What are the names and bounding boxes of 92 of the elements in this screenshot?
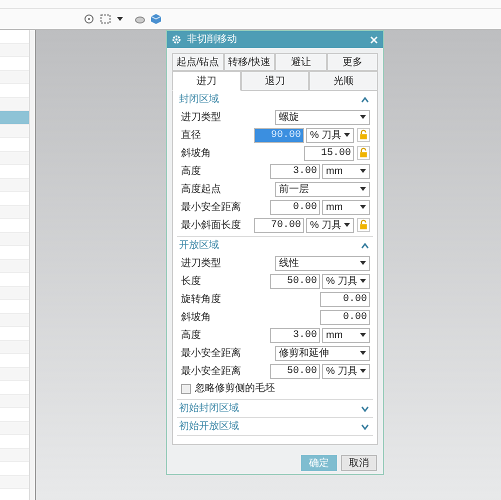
dropdown[interactable]: 修剪和延伸 xyxy=(275,346,370,360)
gear-icon xyxy=(172,35,181,44)
list-row[interactable] xyxy=(0,44,29,57)
caret-icon xyxy=(360,333,366,337)
list-row[interactable] xyxy=(0,476,29,489)
section-header[interactable]: 初始封闭区域 xyxy=(177,400,373,417)
tab[interactable]: 退刀 xyxy=(240,71,310,91)
close-icon[interactable] xyxy=(370,36,378,44)
section-header[interactable]: 初始开放区域 xyxy=(177,418,373,435)
caret-icon xyxy=(344,223,350,227)
list-row[interactable] xyxy=(0,448,29,462)
dropdown[interactable]: 螺旋 xyxy=(275,110,370,124)
caret-icon xyxy=(344,133,350,137)
padlock-icon[interactable] xyxy=(357,218,370,232)
field-label: 高度 xyxy=(181,164,202,178)
caret-icon xyxy=(360,279,366,283)
field-label: 最小安全距离 xyxy=(181,200,242,214)
shape-icon[interactable] xyxy=(135,14,145,24)
number-field[interactable]: 70.00 xyxy=(254,218,304,232)
cube-icon[interactable] xyxy=(151,14,161,24)
tab[interactable]: 起点/钻点 xyxy=(172,53,224,71)
list-row[interactable] xyxy=(0,124,29,138)
list-row[interactable] xyxy=(0,422,29,435)
window-title: 非切削移动 xyxy=(187,32,238,47)
field-label: 长度 xyxy=(181,274,202,288)
list-row[interactable] xyxy=(0,368,29,381)
caret-icon xyxy=(360,205,366,209)
unit-dropdown[interactable]: % 刀具 xyxy=(322,274,370,288)
unit-dropdown[interactable]: mm xyxy=(322,328,370,342)
unit-dropdown[interactable]: % 刀具 xyxy=(306,128,354,142)
unit-dropdown[interactable]: % 刀具 xyxy=(306,218,354,232)
dropdown[interactable]: 前一层 xyxy=(275,182,370,196)
list-row[interactable] xyxy=(0,70,29,84)
field-label: 进刀类型 xyxy=(181,256,222,270)
field-label: 直径 xyxy=(181,128,202,142)
caret-icon xyxy=(360,261,366,265)
padlock-icon[interactable] xyxy=(357,128,370,142)
list-row[interactable] xyxy=(0,152,29,165)
field-label: 进刀类型 xyxy=(181,110,222,124)
dropdown[interactable]: 线性 xyxy=(275,256,370,270)
expand-icon[interactable] xyxy=(361,424,369,430)
caret-icon xyxy=(360,351,366,355)
section-header[interactable]: 封闭区域 xyxy=(177,91,373,108)
caret-icon xyxy=(360,369,366,373)
field-label: 最小安全距离 xyxy=(181,364,242,378)
tab[interactable]: 光顺 xyxy=(309,71,378,91)
field-label: 最小安全距离 xyxy=(181,346,242,360)
list-row[interactable] xyxy=(0,206,29,219)
list-row[interactable] xyxy=(0,394,29,408)
number-field[interactable]: 0.00 xyxy=(320,310,370,324)
number-field[interactable]: 50.00 xyxy=(270,364,320,378)
unit-dropdown[interactable]: mm xyxy=(322,164,370,178)
collapse-icon[interactable] xyxy=(361,96,369,102)
field-label: 高度起点 xyxy=(181,182,222,196)
list-row[interactable] xyxy=(0,314,29,327)
list-row[interactable] xyxy=(0,340,29,354)
tab[interactable]: 避让 xyxy=(275,53,326,71)
rectangle-selection-icon[interactable] xyxy=(100,14,111,24)
unit-dropdown[interactable]: % 刀具 xyxy=(322,364,370,378)
cancel-button[interactable]: 取消 xyxy=(341,455,377,471)
section-header[interactable]: 开放区域 xyxy=(177,237,373,254)
caret-icon xyxy=(360,169,366,173)
tab[interactable]: 进刀 xyxy=(172,71,241,91)
padlock-icon[interactable] xyxy=(357,146,370,160)
expand-icon[interactable] xyxy=(361,406,369,412)
caret-icon xyxy=(117,17,123,21)
field-label: 忽略修剪侧的毛坯 xyxy=(195,382,276,396)
field-label: 斜坡角 xyxy=(181,310,212,324)
list-row[interactable] xyxy=(0,98,29,111)
caret-icon xyxy=(360,115,366,119)
list-row[interactable] xyxy=(0,260,29,273)
field-label: 最小斜面长度 xyxy=(181,218,242,232)
field-label: 斜坡角 xyxy=(181,146,212,160)
number-field[interactable]: 3.00 xyxy=(270,164,320,178)
caret-icon xyxy=(360,187,366,191)
list-row[interactable] xyxy=(0,232,29,246)
tab[interactable]: 转移/快速 xyxy=(224,53,275,71)
tab[interactable]: 更多 xyxy=(326,53,378,71)
checkbox[interactable] xyxy=(181,384,191,394)
collapse-icon[interactable] xyxy=(361,242,369,248)
list-row[interactable] xyxy=(0,111,29,124)
unit-dropdown[interactable]: mm xyxy=(322,200,370,214)
number-field[interactable]: 3.00 xyxy=(270,328,320,342)
list-row[interactable] xyxy=(0,286,29,300)
field-label: 旋转角度 xyxy=(181,292,222,306)
number-field[interactable]: 50.00 xyxy=(270,274,320,288)
list-row[interactable] xyxy=(0,178,29,192)
number-field[interactable]: 0.00 xyxy=(270,200,320,214)
circle-icon[interactable] xyxy=(84,14,94,24)
number-field[interactable]: 0.00 xyxy=(320,292,370,306)
field-label: 高度 xyxy=(181,328,202,342)
number-field[interactable]: 15.00 xyxy=(304,146,354,160)
